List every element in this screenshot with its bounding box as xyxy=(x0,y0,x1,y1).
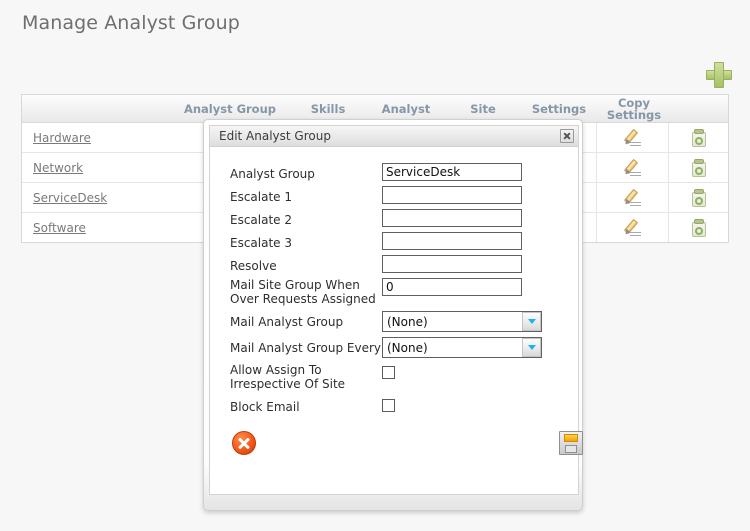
edit-row-button[interactable] xyxy=(596,123,668,152)
chevron-down-icon[interactable] xyxy=(522,338,541,357)
pencil-icon[interactable] xyxy=(622,158,643,177)
label-mail-analyst-group-every: Mail Analyst Group Every xyxy=(230,341,382,355)
allow-assign-checkbox[interactable] xyxy=(382,366,395,379)
label-block-email: Block Email xyxy=(230,400,300,414)
analyst-group-link[interactable]: Software xyxy=(33,221,86,235)
column-header-analyst-group: Analyst Group xyxy=(183,101,276,116)
cancel-circle-icon[interactable] xyxy=(232,431,256,455)
mail-analyst-group-every-select[interactable]: (None) xyxy=(382,337,542,358)
dialog-title: Edit Analyst Group xyxy=(219,129,331,143)
column-header-site: Site xyxy=(470,101,496,116)
edit-analyst-group-form: Analyst Group Escalate 1 Escalate 2 Esca… xyxy=(210,147,578,414)
floppy-save-icon[interactable] xyxy=(559,431,583,455)
analyst-group-link[interactable]: ServiceDesk xyxy=(33,191,107,205)
mail-analyst-group-every-value: (None) xyxy=(387,340,428,355)
analyst-group-link[interactable]: Network xyxy=(33,161,83,175)
escalate-2-input[interactable] xyxy=(382,209,522,227)
edit-row-button[interactable] xyxy=(596,183,668,212)
resolve-input[interactable] xyxy=(382,255,522,273)
field-row-mail-analyst-group-every: Mail Analyst Group Every (None) xyxy=(210,337,578,358)
label-allow-assign-line2: Irrespective Of Site xyxy=(230,377,346,391)
field-row-block-email: Block Email xyxy=(210,396,578,414)
escalate-1-input[interactable] xyxy=(382,186,522,204)
mail-analyst-group-select[interactable]: (None) xyxy=(382,311,542,332)
label-mail-site-group-line2: Over Requests Assigned xyxy=(230,292,376,306)
escalate-3-input[interactable] xyxy=(382,232,522,250)
field-row-escalate-2: Escalate 2 xyxy=(210,209,578,227)
label-resolve: Resolve xyxy=(230,259,277,273)
column-header-skills: Skills xyxy=(310,101,346,116)
pencil-icon[interactable] xyxy=(622,188,643,207)
copy-settings-button[interactable] xyxy=(668,213,728,242)
block-email-checkbox[interactable] xyxy=(382,399,395,412)
clipboard-icon[interactable] xyxy=(691,128,707,147)
clipboard-icon[interactable] xyxy=(691,218,707,237)
chevron-down-icon[interactable] xyxy=(522,312,541,331)
label-escalate-1: Escalate 1 xyxy=(230,190,293,204)
field-row-escalate-1: Escalate 1 xyxy=(210,186,578,204)
add-analyst-group-button[interactable] xyxy=(705,61,733,89)
field-row-allow-assign: Allow Assign To Irrespective Of Site xyxy=(210,363,578,391)
edit-analyst-group-dialog: Edit Analyst Group Analyst Group Escalat… xyxy=(203,119,583,511)
edit-row-button[interactable] xyxy=(596,153,668,182)
column-header-copy-settings: Copy Settings xyxy=(606,95,662,122)
analyst-group-input[interactable] xyxy=(382,163,522,181)
field-row-escalate-3: Escalate 3 xyxy=(210,232,578,250)
label-mail-site-group-line1: Mail Site Group When xyxy=(230,278,360,292)
pencil-icon[interactable] xyxy=(622,128,643,147)
field-row-mail-analyst-group: Mail Analyst Group (None) xyxy=(210,311,578,332)
copy-settings-button[interactable] xyxy=(668,123,728,152)
clipboard-icon[interactable] xyxy=(691,158,707,177)
page-title: Manage Analyst Group xyxy=(22,12,240,34)
analyst-group-link[interactable]: Hardware xyxy=(33,131,91,145)
field-row-analyst-group: Analyst Group xyxy=(210,163,578,181)
field-row-mail-site-group: Mail Site Group When Over Requests Assig… xyxy=(210,278,578,306)
column-header-settings: Settings xyxy=(531,101,587,116)
copy-settings-button[interactable] xyxy=(668,153,728,182)
label-analyst-group: Analyst Group xyxy=(230,167,315,181)
dialog-titlebar[interactable]: Edit Analyst Group xyxy=(210,126,578,147)
label-escalate-2: Escalate 2 xyxy=(230,213,293,227)
dialog-inner-panel: Edit Analyst Group Analyst Group Escalat… xyxy=(209,125,583,495)
clipboard-icon[interactable] xyxy=(691,188,707,207)
label-mail-site-group: Mail Site Group When Over Requests Assig… xyxy=(230,278,382,306)
pencil-icon[interactable] xyxy=(622,218,643,237)
mail-site-group-input[interactable] xyxy=(382,278,522,296)
label-allow-assign: Allow Assign To Irrespective Of Site xyxy=(230,363,382,391)
copy-settings-button[interactable] xyxy=(668,183,728,212)
field-row-resolve: Resolve xyxy=(210,255,578,273)
label-mail-analyst-group: Mail Analyst Group xyxy=(230,315,344,329)
close-icon[interactable] xyxy=(560,129,574,143)
label-escalate-3: Escalate 3 xyxy=(230,236,293,250)
column-header-analyst: Analyst xyxy=(381,101,431,116)
mail-analyst-group-value: (None) xyxy=(387,314,428,329)
label-allow-assign-line1: Allow Assign To xyxy=(230,363,322,377)
plus-icon-vertical xyxy=(714,62,724,88)
dialog-action-bar xyxy=(210,431,583,471)
edit-row-button[interactable] xyxy=(596,213,668,242)
